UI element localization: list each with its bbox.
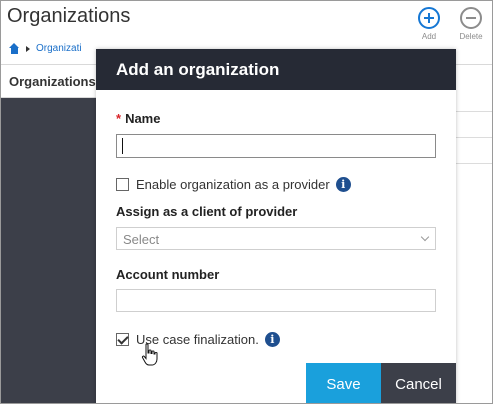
name-input[interactable] bbox=[116, 134, 436, 158]
save-button[interactable]: Save bbox=[306, 363, 381, 403]
account-number-label: Account number bbox=[116, 267, 220, 282]
text-caret bbox=[122, 138, 123, 154]
delete-button[interactable]: Delete bbox=[457, 7, 485, 41]
delete-circle-icon bbox=[460, 7, 482, 29]
account-number-input[interactable] bbox=[116, 289, 436, 312]
info-icon[interactable]: i bbox=[335, 177, 351, 192]
hand-pointer-icon bbox=[141, 343, 158, 366]
tab-organizations[interactable]: Organizations bbox=[9, 74, 96, 89]
add-circle-icon bbox=[418, 7, 440, 29]
info-icon[interactable]: i bbox=[264, 332, 280, 347]
add-button[interactable]: Add bbox=[415, 7, 443, 41]
cancel-button[interactable]: Cancel bbox=[381, 363, 456, 403]
add-button-label: Add bbox=[421, 32, 437, 41]
breadcrumb: Organizati bbox=[9, 43, 82, 54]
enable-provider-label: Enable organization as a provider bbox=[136, 177, 330, 192]
delete-button-label: Delete bbox=[459, 32, 483, 41]
enable-provider-row: Enable organization as a provider i bbox=[116, 177, 351, 192]
breadcrumb-organizations-link[interactable]: Organizati bbox=[36, 43, 82, 54]
required-marker: * bbox=[116, 111, 122, 126]
bg-row-line bbox=[456, 137, 492, 138]
name-label-text: Name bbox=[125, 111, 161, 126]
enable-provider-checkbox[interactable] bbox=[116, 178, 129, 191]
name-label: * Name bbox=[116, 111, 160, 126]
bg-row-line bbox=[456, 163, 492, 164]
assign-client-select[interactable]: Select bbox=[116, 227, 436, 250]
bg-row-line bbox=[456, 111, 492, 112]
side-panel bbox=[1, 98, 97, 403]
case-finalization-checkbox[interactable] bbox=[116, 333, 129, 346]
breadcrumb-arrow-icon bbox=[26, 45, 30, 52]
page-title: Organizations bbox=[7, 5, 131, 27]
assign-client-label: Assign as a client of provider bbox=[116, 204, 298, 219]
home-icon[interactable] bbox=[9, 43, 20, 54]
dialog-title: Add an organization bbox=[96, 49, 456, 90]
chevron-down-icon bbox=[420, 232, 430, 242]
assign-client-selected-value: Select bbox=[123, 232, 160, 247]
app-window: Organizations Add Delete Organizati Orga… bbox=[0, 0, 493, 404]
